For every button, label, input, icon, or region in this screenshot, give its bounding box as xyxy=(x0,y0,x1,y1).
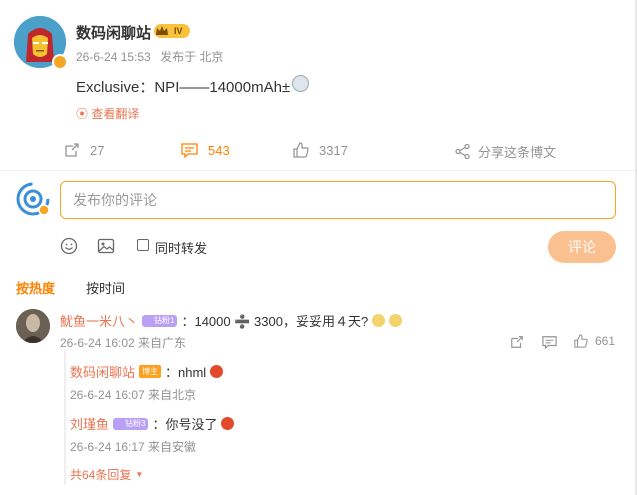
reply-meta: 26-6-24 16:17 来自安徽 xyxy=(70,440,197,454)
share-button[interactable]: 分享这条博文 xyxy=(455,142,556,161)
tab-sort-hot[interactable]: 按热度 xyxy=(16,278,55,297)
post-content: Exclusive：NPI——14000mAh± xyxy=(76,79,291,96)
comment-icon[interactable] xyxy=(542,335,557,349)
thumbs-up-icon xyxy=(293,142,309,158)
author-name[interactable]: 数码闲聊站 xyxy=(76,22,151,43)
repost-icon[interactable] xyxy=(510,335,524,349)
repost-count: 27 xyxy=(90,142,105,158)
divider xyxy=(0,170,637,171)
commenter-name[interactable]: 魷鱼一米八丶 xyxy=(60,311,138,330)
doge-emoji-icon xyxy=(389,314,403,327)
more-replies-label: 共64条回复 xyxy=(70,468,132,482)
reply-text: ：nhml xyxy=(165,365,207,380)
commenter-avatar[interactable] xyxy=(16,309,50,343)
angry-emoji-icon xyxy=(210,365,224,378)
comment-like-count: 661 xyxy=(595,334,616,348)
translate-link[interactable]: ⦿ 查看翻译 xyxy=(76,105,139,122)
reply-user-name[interactable]: 刘瑾鱼 xyxy=(70,414,109,433)
user-avatar-icon xyxy=(16,182,50,216)
comment-icon xyxy=(181,143,198,158)
submit-comment-button[interactable]: 评论 xyxy=(548,231,616,263)
comment-header: 魷鱼一米八丶 钻粉1 ：14000 ➗ 3300，妥妥用４天? xyxy=(60,311,403,330)
translate-label: 查看翻译 xyxy=(91,107,140,121)
reply-header: 数码闲聊站 博主 ：nhml xyxy=(70,362,224,381)
caret-down-icon: ▼ xyxy=(135,470,144,479)
like-count: 3317 xyxy=(319,142,348,158)
crown-icon xyxy=(156,26,168,35)
repost-checkbox[interactable] xyxy=(137,239,149,251)
image-upload-icon[interactable] xyxy=(97,237,115,255)
thumbs-up-icon xyxy=(574,334,588,348)
repost-checkbox-label[interactable]: 同时转发 xyxy=(155,238,207,257)
reply-header: 刘瑾鱼 钻粉3 ：你号没了 xyxy=(70,414,235,433)
verified-badge-icon xyxy=(52,54,68,70)
reply-text: ：你号没了 xyxy=(152,417,218,432)
more-replies-link[interactable]: 共64条回复 ▼ xyxy=(70,466,143,483)
post-source: 发布于 北京 xyxy=(160,50,224,64)
repost-icon xyxy=(65,143,79,157)
photo-avatar-icon xyxy=(16,309,50,343)
reply-user-name[interactable]: 数码闲聊站 xyxy=(70,362,135,381)
doge-emoji-icon xyxy=(372,314,386,327)
share-icon xyxy=(455,144,470,159)
fan-badge[interactable]: 钻粉1 xyxy=(142,314,178,327)
reply-meta: 26-6-24 16:07 来自北京 xyxy=(70,388,197,402)
repost-button[interactable]: 27 xyxy=(64,142,104,158)
share-label: 分享这条博文 xyxy=(478,145,557,160)
post-meta: 26-6-24 15:53 发布于 北京 xyxy=(76,48,223,65)
comment-like-button[interactable]: 661 xyxy=(574,334,615,348)
author-badge: 博主 xyxy=(139,365,162,378)
comment-meta: 26-6-24 16:02 来自广东 xyxy=(60,336,187,350)
comment-text: ：14000 ➗ 3300，妥妥用４天? xyxy=(181,314,369,329)
comment-input[interactable]: 发布你的评论 xyxy=(60,181,616,219)
angry-emoji-icon xyxy=(221,417,235,430)
comment-button[interactable]: 543 xyxy=(181,142,230,158)
fan-badge[interactable]: 钻粉3 xyxy=(113,417,149,430)
emoji-picker-icon[interactable] xyxy=(60,237,78,255)
husky-emoji-icon xyxy=(292,75,309,92)
translate-icon: ⦿ xyxy=(76,107,89,121)
reply-thread-line xyxy=(64,352,66,485)
like-button[interactable]: 3317 xyxy=(293,142,348,158)
comment-count: 543 xyxy=(208,142,230,158)
tab-sort-time[interactable]: 按时间 xyxy=(86,278,125,297)
post-timestamp[interactable]: 26-6-24 15:53 xyxy=(76,50,151,64)
my-avatar[interactable] xyxy=(16,182,50,216)
